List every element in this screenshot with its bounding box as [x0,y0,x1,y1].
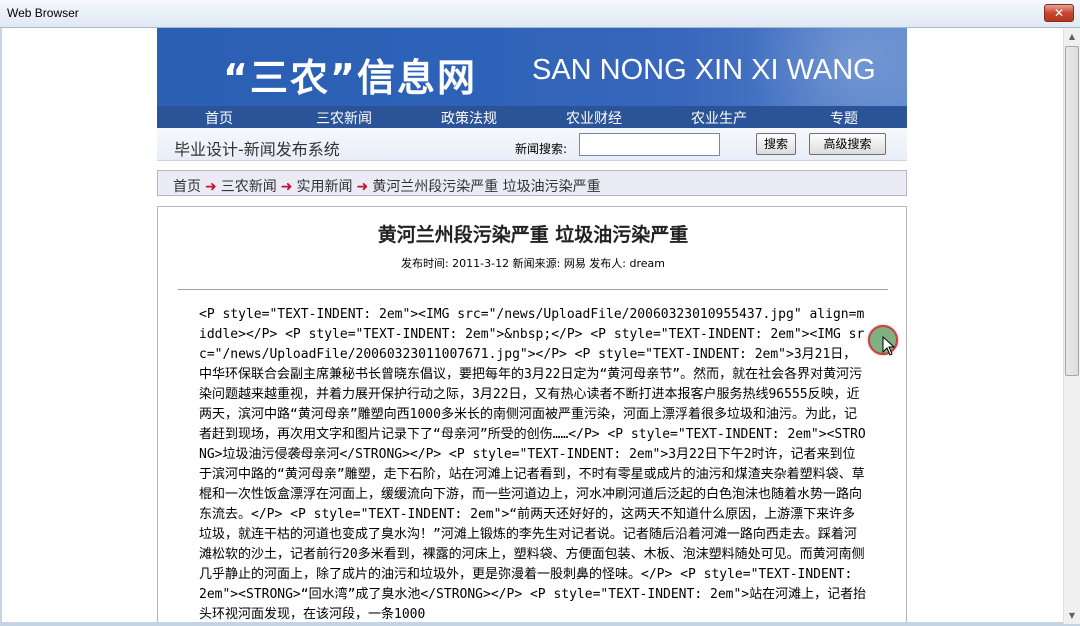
site-banner: “三农”信息网 SAN NONG XIN XI WANG [157,28,907,106]
article-meta: 发布时间: 2011-3-12 新闻来源: 网易 发布人: dream [400,257,665,270]
nav-item-news[interactable]: 三农新闻 [309,108,379,128]
breadcrumb: 首页 ➜ 三农新闻 ➜ 实用新闻 ➜ 黄河兰州段污染严重 垃圾油污染严重 [157,170,907,196]
scroll-thumb[interactable] [1065,46,1079,376]
main-nav: 首页 三农新闻 政策法规 农业财经 农业生产 专题 [157,106,907,128]
close-icon[interactable]: ✕ [1044,4,1074,22]
scroll-up-icon[interactable]: ▲ [1064,28,1080,45]
breadcrumb-news[interactable]: 三农新闻 [221,179,277,195]
advanced-search-button[interactable]: 高级搜索 [809,133,886,155]
system-name: 毕业设计-新闻发布系统 [174,140,340,159]
breadcrumb-practical-news[interactable]: 实用新闻 [296,179,352,195]
window-title: Web Browser [7,6,79,20]
page-viewport: “三农”信息网 SAN NONG XIN XI WANG 首页 三农新闻 政策法… [2,28,1062,622]
arrow-right-icon: ➜ [356,179,369,195]
breadcrumb-home[interactable]: 首页 [173,179,201,195]
nav-item-topics[interactable]: 专题 [809,108,879,128]
search-label: 新闻搜索: [515,142,568,156]
nav-item-home[interactable]: 首页 [184,108,254,128]
divider [178,289,888,290]
scroll-down-icon[interactable]: ▼ [1064,607,1080,624]
mouse-cursor-icon [882,336,896,356]
search-input[interactable] [579,133,720,156]
nav-item-finance[interactable]: 农业财经 [559,108,629,128]
nav-item-policy[interactable]: 政策法规 [434,108,504,128]
window-titlebar: Web Browser ✕ [0,0,1080,28]
search-button[interactable]: 搜索 [756,133,796,155]
search-bar: 毕业设计-新闻发布系统 新闻搜索: 搜索 高级搜索 [157,128,907,161]
site-logo-cn: “三农”信息网 [223,56,477,100]
window-frame [0,622,1080,626]
breadcrumb-current: 黄河兰州段污染严重 垃圾油污染严重 [372,179,601,195]
article-panel: 黄河兰州段污染严重 垃圾油污染严重 发布时间: 2011-3-12 新闻来源: … [157,206,907,622]
vertical-scrollbar[interactable]: ▲ ▼ [1063,28,1080,624]
arrow-right-icon: ➜ [205,179,217,195]
site-logo-en: SAN NONG XIN XI WANG [532,54,876,86]
arrow-right-icon: ➜ [280,179,293,195]
article-title: 黄河兰州段污染严重 垃圾油污染严重 [377,224,689,246]
nav-item-production[interactable]: 农业生产 [684,108,754,128]
article-body: <P style="TEXT-INDENT: 2em"><IMG src="/n… [199,307,867,622]
